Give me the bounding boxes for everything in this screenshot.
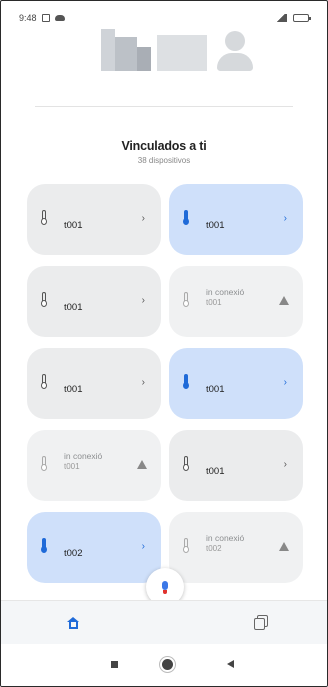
section-title: Vinculados a ti: [121, 139, 207, 153]
device-count: 38 dispositivos: [137, 156, 191, 165]
chevron-right-icon: ›: [283, 213, 287, 224]
device-card[interactable]: t001 ›: [169, 430, 303, 501]
device-label: t001: [64, 462, 80, 471]
device-card[interactable]: t001 ›: [27, 184, 161, 255]
thermometer-icon: [41, 210, 47, 225]
device-card[interactable]: in conexió t001: [27, 430, 161, 501]
header-illustration: [101, 29, 253, 77]
device-card[interactable]: t002 ›: [27, 512, 161, 583]
logo-block: [157, 35, 207, 71]
avatar: [225, 31, 245, 51]
chevron-right-icon: ›: [141, 295, 145, 306]
device-label: t001: [64, 302, 83, 313]
device-status-text: in conexió: [206, 533, 245, 543]
phone-screen: 9:48 Vinculados a ti 38 dispositivos t00…: [0, 0, 328, 687]
thermometer-icon: [183, 374, 189, 389]
logo-block: [137, 47, 151, 71]
device-status-text: in conexió: [64, 451, 103, 461]
home-button[interactable]: [162, 659, 173, 670]
device-label: t002: [206, 544, 222, 553]
thermometer-icon: [41, 538, 47, 553]
chevron-right-icon: ›: [141, 377, 145, 388]
logo-block: [115, 37, 137, 71]
recents-button[interactable]: [111, 661, 118, 668]
notification-icon: [41, 14, 50, 22]
device-label: t002: [64, 548, 83, 559]
device-label: t001: [206, 466, 225, 477]
status-bar: 9:48: [19, 11, 311, 25]
device-label: t001: [206, 384, 225, 395]
warning-icon: [137, 460, 147, 469]
battery-icon: [293, 14, 311, 22]
divider: [35, 106, 293, 107]
warning-icon: [279, 296, 289, 305]
thermometer-icon: [183, 538, 189, 553]
back-button[interactable]: [227, 660, 234, 668]
device-card[interactable]: t001 ›: [27, 266, 161, 337]
avatar-body: [217, 53, 253, 71]
thermometer-icon: [41, 292, 47, 307]
home-icon[interactable]: [67, 617, 80, 629]
cloud-icon: [54, 15, 65, 21]
warning-icon: [279, 542, 289, 551]
device-label: t001: [206, 220, 225, 231]
documents-icon[interactable]: [254, 615, 268, 630]
device-card[interactable]: in conexió t002: [169, 512, 303, 583]
chevron-right-icon: ›: [141, 213, 145, 224]
device-card[interactable]: t001 ›: [27, 348, 161, 419]
status-time: 9:48: [19, 13, 37, 23]
device-card[interactable]: t001 ›: [169, 348, 303, 419]
mic-icon: [161, 580, 169, 594]
device-label: t001: [206, 298, 222, 307]
logo-block: [101, 29, 115, 71]
device-card[interactable]: in conexió t001: [169, 266, 303, 337]
chevron-right-icon: ›: [283, 377, 287, 388]
device-card[interactable]: t001 ›: [169, 184, 303, 255]
system-nav-bar: [1, 644, 327, 686]
thermometer-icon: [41, 374, 47, 389]
chevron-right-icon: ›: [283, 459, 287, 470]
chevron-right-icon: ›: [141, 541, 145, 552]
device-label: t001: [64, 384, 83, 395]
bottom-nav: [1, 600, 327, 644]
device-status-text: in conexió: [206, 287, 245, 297]
thermometer-icon: [183, 456, 189, 471]
thermometer-icon: [183, 292, 189, 307]
device-label: t001: [64, 220, 83, 231]
signal-icon: [275, 14, 287, 22]
thermometer-icon: [183, 210, 189, 225]
thermometer-icon: [41, 456, 47, 471]
